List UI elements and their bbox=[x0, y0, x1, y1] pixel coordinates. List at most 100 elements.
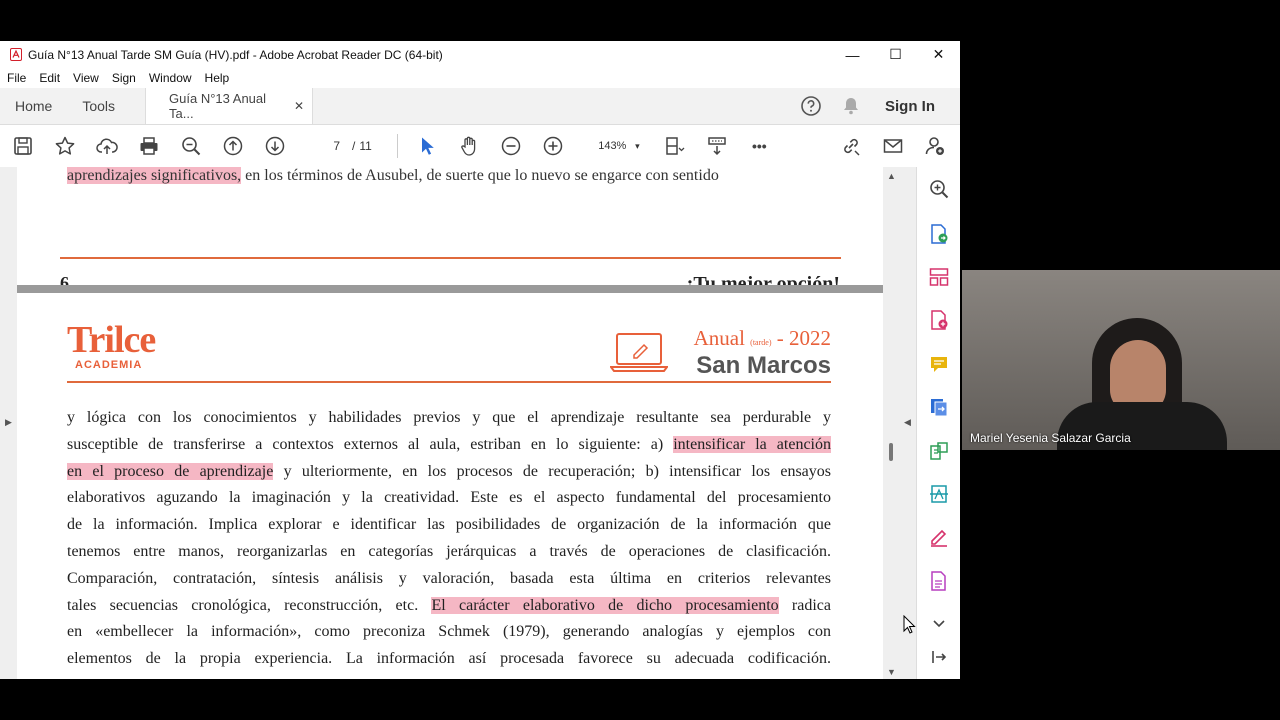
scroll-thumb[interactable] bbox=[889, 443, 893, 461]
laptop-icon bbox=[609, 331, 669, 378]
tools-pane bbox=[916, 167, 960, 679]
pdf-viewport[interactable]: aprendizajes significativos, en los térm… bbox=[17, 167, 883, 679]
star-icon[interactable] bbox=[44, 125, 86, 167]
help-icon[interactable] bbox=[791, 88, 831, 124]
more-tools-chevron-icon[interactable] bbox=[927, 611, 951, 635]
acrobat-window: Guía N°13 Anual Tarde SM Guía (HV).pdf -… bbox=[0, 41, 960, 679]
acrobat-icon bbox=[9, 48, 22, 61]
print-icon[interactable] bbox=[128, 125, 170, 167]
page-total: 11 bbox=[359, 139, 372, 153]
upload-cloud-icon[interactable] bbox=[86, 125, 128, 167]
mouse-cursor-icon bbox=[903, 614, 917, 640]
tab-tools[interactable]: Tools bbox=[67, 88, 130, 124]
minimize-button[interactable]: — bbox=[831, 41, 874, 68]
menu-file[interactable]: File bbox=[7, 71, 26, 85]
tab-document-label: Guía N°13 Anual Ta... bbox=[169, 91, 267, 121]
logo-brand: Trilce bbox=[67, 319, 156, 361]
fill-sign-icon[interactable] bbox=[927, 525, 951, 549]
menu-view[interactable]: View bbox=[73, 71, 99, 85]
text-line: elaborativos aguzando la imaginación y l… bbox=[67, 489, 831, 507]
maximize-button[interactable]: ☐ bbox=[874, 41, 917, 68]
highlight: El carácter elaborativo de dicho procesa… bbox=[431, 596, 779, 614]
menu-bar: File Edit View Sign Window Help bbox=[0, 68, 960, 88]
next-page-icon[interactable] bbox=[254, 125, 296, 167]
share-link-icon[interactable] bbox=[830, 125, 872, 167]
text-line: tenemos entre manos, reorganizarlas en c… bbox=[67, 542, 831, 560]
tab-bar: Home Tools Guía N°13 Anual Ta... ✕ Sign … bbox=[0, 88, 960, 125]
menu-help[interactable]: Help bbox=[205, 71, 230, 85]
comment-icon[interactable] bbox=[927, 352, 951, 376]
page-separator: / bbox=[352, 139, 356, 153]
edit-pdf-icon[interactable] bbox=[927, 439, 951, 463]
close-window-button[interactable]: ✕ bbox=[917, 41, 960, 68]
collapse-right-icon[interactable]: ◀ bbox=[904, 417, 911, 428]
main-toolbar: 7 / 11 143% ▾ ••• bbox=[0, 125, 960, 168]
previous-page-text: aprendizajes significativos, en los térm… bbox=[67, 167, 841, 185]
text-line: en el proceso de aprendizaje y ulteriorm… bbox=[67, 462, 831, 480]
scan-ocr-icon[interactable] bbox=[927, 482, 951, 506]
menu-window[interactable]: Window bbox=[149, 71, 192, 85]
highlight: en el proceso de aprendizaje bbox=[67, 462, 274, 480]
text-line: en «embellecer la información», como pre… bbox=[67, 623, 831, 641]
text-line: tales secuencias cronológica, reconstruc… bbox=[67, 596, 831, 614]
page-gap bbox=[17, 285, 883, 293]
tab-home[interactable]: Home bbox=[0, 88, 67, 124]
right-pane-toggle[interactable]: ◀ bbox=[900, 167, 916, 679]
footer-rule bbox=[60, 257, 841, 259]
tab-close-icon[interactable]: ✕ bbox=[294, 99, 304, 113]
text-line: de la información. Implica explorar e id… bbox=[67, 516, 831, 534]
more-tools-icon[interactable]: ••• bbox=[738, 125, 780, 167]
edition-label: Anual (tarde) - 2022 San Marcos bbox=[694, 327, 831, 378]
page-fit-icon[interactable] bbox=[654, 125, 696, 167]
edition-anual: Anual bbox=[693, 326, 745, 350]
hand-tool-icon[interactable] bbox=[448, 125, 490, 167]
edition-san-marcos: San Marcos bbox=[696, 352, 831, 379]
prev-highlight: aprendizajes significativos, bbox=[67, 167, 242, 184]
menu-edit[interactable]: Edit bbox=[39, 71, 60, 85]
zoom-in-icon[interactable] bbox=[532, 125, 574, 167]
left-pane-toggle[interactable]: ▶ bbox=[0, 167, 17, 679]
create-pdf-icon[interactable] bbox=[927, 308, 951, 332]
text-line: y lógica con los conocimientos y habilid… bbox=[67, 409, 831, 426]
select-cursor-icon[interactable] bbox=[406, 125, 448, 167]
scroll-mode-icon[interactable] bbox=[696, 125, 738, 167]
email-icon[interactable] bbox=[872, 125, 914, 167]
pdf-page-6: aprendizajes significativos, en los térm… bbox=[17, 167, 883, 295]
scroll-up-icon[interactable]: ▲ bbox=[887, 171, 896, 181]
video-participant-tile[interactable]: Mariel Yesenia Salazar Garcia bbox=[962, 270, 1280, 450]
zoom-out-icon[interactable] bbox=[490, 125, 532, 167]
prev-rest: en los términos de Ausubel, de suerte qu… bbox=[245, 167, 719, 184]
expand-left-icon[interactable]: ▶ bbox=[5, 417, 12, 428]
share-user-icon[interactable] bbox=[914, 125, 956, 167]
collapse-pane-icon[interactable] bbox=[927, 645, 951, 669]
page-number-input[interactable]: 7 bbox=[296, 134, 348, 158]
save-icon[interactable] bbox=[2, 125, 44, 167]
document-area: ▶ aprendizajes significativos, en los té… bbox=[0, 167, 960, 679]
menu-sign[interactable]: Sign bbox=[112, 71, 136, 85]
export-pdf-icon[interactable] bbox=[927, 222, 951, 246]
search-zoom-icon[interactable] bbox=[927, 177, 951, 201]
text-line: susceptible de transferirse a contextos … bbox=[67, 435, 831, 453]
zoom-level-select[interactable]: 143% bbox=[574, 140, 626, 152]
combine-files-icon[interactable] bbox=[927, 395, 951, 419]
text-line: Comparación, contratación, síntesis anál… bbox=[67, 569, 831, 587]
vertical-scrollbar[interactable]: ▲ ▼ bbox=[883, 167, 900, 679]
window-title: Guía N°13 Anual Tarde SM Guía (HV).pdf -… bbox=[28, 47, 443, 62]
highlight: intensificar la atención bbox=[673, 435, 831, 453]
zoom-dropdown-icon[interactable]: ▾ bbox=[626, 141, 648, 152]
trilce-logo: Trilce ACADEMIA bbox=[67, 319, 156, 371]
document-form-icon[interactable] bbox=[927, 569, 951, 593]
header-rule bbox=[67, 381, 831, 383]
zoom-out-search-icon[interactable] bbox=[170, 125, 212, 167]
previous-page-icon[interactable] bbox=[212, 125, 254, 167]
participant-name: Mariel Yesenia Salazar Garcia bbox=[970, 431, 1131, 445]
body-paragraph: y lógica con los conocimientos y habilid… bbox=[67, 405, 831, 673]
organize-pages-icon[interactable] bbox=[927, 265, 951, 289]
bell-icon[interactable] bbox=[831, 88, 871, 124]
edition-tarde: (tarde) bbox=[750, 338, 772, 347]
scroll-down-icon[interactable]: ▼ bbox=[887, 667, 896, 677]
tab-document[interactable]: Guía N°13 Anual Ta... ✕ bbox=[145, 88, 314, 124]
pdf-page-7: Trilce ACADEMIA Anual (tarde) - 2022 San… bbox=[17, 293, 883, 679]
sign-in-button[interactable]: Sign In bbox=[871, 88, 960, 124]
edition-year: - 2022 bbox=[776, 326, 831, 350]
